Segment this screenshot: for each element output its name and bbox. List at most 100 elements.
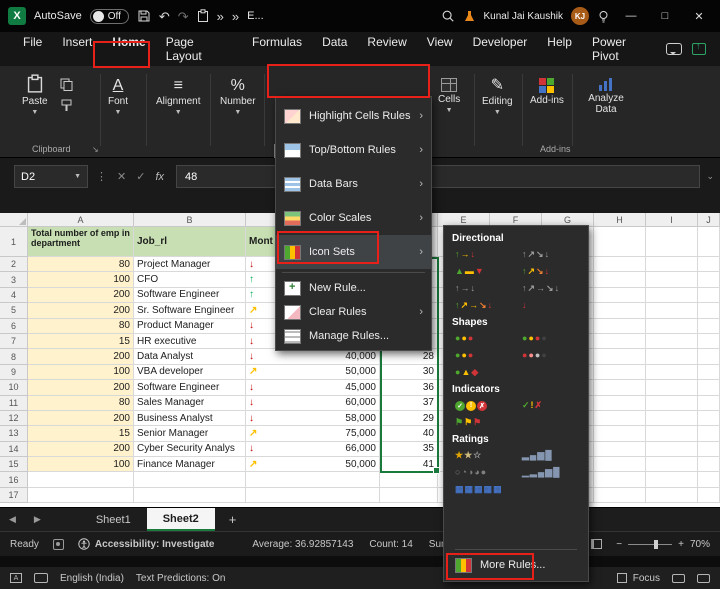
icon-set-option[interactable]: ↑ ↗ ↘ ↓ (516, 246, 583, 263)
cell-C14[interactable]: ↓ 66,000 (246, 441, 380, 458)
cf-menu-item-color-scales[interactable]: Color Scales › (276, 201, 431, 235)
cell-I12[interactable] (646, 410, 698, 427)
sheet-tab-sheet1[interactable]: Sheet1 (80, 508, 147, 531)
cell-A7[interactable]: 15 (28, 333, 134, 350)
cell-I17[interactable] (646, 487, 698, 504)
page-break-view-icon[interactable] (591, 539, 603, 549)
cell-C12[interactable]: ↓ 58,000 (246, 410, 380, 427)
cell-J15[interactable] (698, 457, 720, 473)
cell-D11[interactable]: 37 (380, 395, 438, 411)
cf-menu-item-top-bottom-rules[interactable]: Top/Bottom Rules › (276, 133, 431, 167)
cell-A10[interactable]: 200 (28, 380, 134, 396)
cell-I15[interactable] (646, 457, 698, 473)
menu-tab-review[interactable]: Review (358, 28, 415, 70)
search-icon[interactable] (441, 9, 455, 23)
menu-tab-data[interactable]: Data (313, 28, 356, 70)
cell-C10[interactable]: ↓ 45,000 (246, 380, 380, 396)
cell-B12[interactable]: Business Analyst (134, 410, 246, 427)
row-header-16[interactable]: 16 (0, 472, 28, 488)
cell-J9[interactable] (698, 364, 720, 381)
maximize-button[interactable]: □ (652, 10, 678, 22)
cell-H16[interactable] (594, 472, 646, 488)
cell-I13[interactable] (646, 426, 698, 442)
icon-set-option[interactable]: ▂ ▄ ▆ █ (516, 447, 583, 464)
cf-menu-item-new-rule[interactable]: New Rule... (276, 276, 431, 300)
insert-function-icon[interactable]: fx (155, 171, 164, 183)
ime-icon[interactable]: A (10, 573, 22, 583)
row-header-17[interactable]: 17 (0, 487, 28, 504)
cells-group-button[interactable]: Cells ▼ (438, 78, 460, 114)
menu-tab-formulas[interactable]: Formulas (243, 28, 311, 70)
menu-tab-home[interactable]: Home (103, 28, 154, 70)
cell-H10[interactable] (594, 380, 646, 396)
cell-B8[interactable]: Data Analyst (134, 349, 246, 365)
status-count[interactable]: Count: 14 (369, 539, 412, 550)
cell-H13[interactable] (594, 426, 646, 442)
cell-J6[interactable] (698, 318, 720, 334)
icon-set-option[interactable]: ⚑ ⚑ ⚑ (449, 414, 516, 431)
row-header-8[interactable]: 8 (0, 349, 28, 365)
cell-J3[interactable] (698, 272, 720, 288)
cell-H14[interactable] (594, 441, 646, 458)
cell-J11[interactable] (698, 395, 720, 411)
cell-B2[interactable]: Project Manager (134, 257, 246, 273)
zoom-in-icon[interactable]: + (678, 539, 684, 550)
redo-icon[interactable]: ↷ (178, 10, 189, 23)
column-header-I[interactable]: I (646, 213, 698, 227)
icon-set-option[interactable]: ↑ ↗ ↘ ↓ (516, 263, 583, 280)
cell-A16[interactable] (28, 472, 134, 488)
cell-J12[interactable] (698, 410, 720, 427)
cell-H7[interactable] (594, 333, 646, 350)
cell-H4[interactable] (594, 287, 646, 304)
focus-button[interactable]: Focus (616, 573, 660, 584)
language-status[interactable]: English (India) (60, 573, 124, 584)
row-header-2[interactable]: 2 (0, 257, 28, 273)
cell-H1[interactable] (594, 227, 646, 257)
name-box[interactable]: D2 ▼ (14, 165, 88, 188)
column-header-B[interactable]: B (134, 213, 246, 227)
clipboard-dialog-launcher-icon[interactable]: ↘ (92, 145, 99, 154)
menu-tab-insert[interactable]: Insert (53, 28, 101, 70)
row-header-9[interactable]: 9 (0, 364, 28, 381)
cell-I3[interactable] (646, 272, 698, 288)
cell-A17[interactable] (28, 487, 134, 504)
icon-set-option[interactable]: ▲ ▬ ▼ (449, 263, 516, 280)
cell-D8[interactable]: 28 (380, 349, 438, 365)
cf-menu-item-clear-rules[interactable]: Clear Rules › (276, 300, 431, 324)
cf-menu-item-highlight-cells-rules[interactable]: Highlight Cells Rules › (276, 99, 431, 133)
menu-tab-view[interactable]: View (418, 28, 462, 70)
document-title[interactable]: E... (247, 10, 264, 22)
addins-button[interactable]: Add-ins (530, 78, 564, 106)
close-button[interactable]: ✕ (686, 10, 712, 23)
cell-C17[interactable] (246, 487, 380, 504)
keyboard-icon[interactable] (34, 573, 48, 583)
sheet-nav-left-icon[interactable]: ◀ (0, 514, 25, 525)
clipboard-icon[interactable] (197, 9, 209, 23)
cell-B10[interactable]: Software Engineer (134, 380, 246, 396)
cell-A1[interactable]: Total number of emp in department (28, 227, 134, 257)
analyze-data-button[interactable]: Analyze Data (580, 78, 632, 115)
cell-A5[interactable]: 200 (28, 303, 134, 319)
cell-I14[interactable] (646, 441, 698, 458)
autosave-toggle[interactable]: Off (89, 8, 129, 24)
cell-A6[interactable]: 80 (28, 318, 134, 334)
number-group-button[interactable]: % Number ▼ (220, 78, 256, 117)
save-icon[interactable] (137, 9, 151, 23)
font-group-button[interactable]: A Font ▼ (108, 78, 128, 117)
monitor2-icon[interactable] (697, 573, 710, 583)
icon-set-option[interactable]: ↓ (516, 297, 583, 314)
user-name[interactable]: Kunal Jai Kaushik (484, 11, 564, 22)
zoom-out-icon[interactable]: − (616, 539, 622, 550)
cell-D14[interactable]: 35 (380, 441, 438, 458)
accessibility-status[interactable]: Accessibility: Investigate (78, 538, 214, 550)
status-average[interactable]: Average: 36.92857143 (252, 539, 353, 550)
cell-J1[interactable] (698, 227, 720, 257)
confirm-entry-icon[interactable]: ✓ (136, 170, 145, 183)
cell-H3[interactable] (594, 272, 646, 288)
row-header-13[interactable]: 13 (0, 426, 28, 442)
cell-B3[interactable]: CFO (134, 272, 246, 288)
select-all-corner[interactable] (0, 213, 28, 227)
icon-set-option[interactable]: ↑ ↗ → ↘ ↓ (449, 297, 516, 314)
cf-menu-item-manage-rules[interactable]: Manage Rules... (276, 324, 431, 348)
cell-H17[interactable] (594, 487, 646, 504)
